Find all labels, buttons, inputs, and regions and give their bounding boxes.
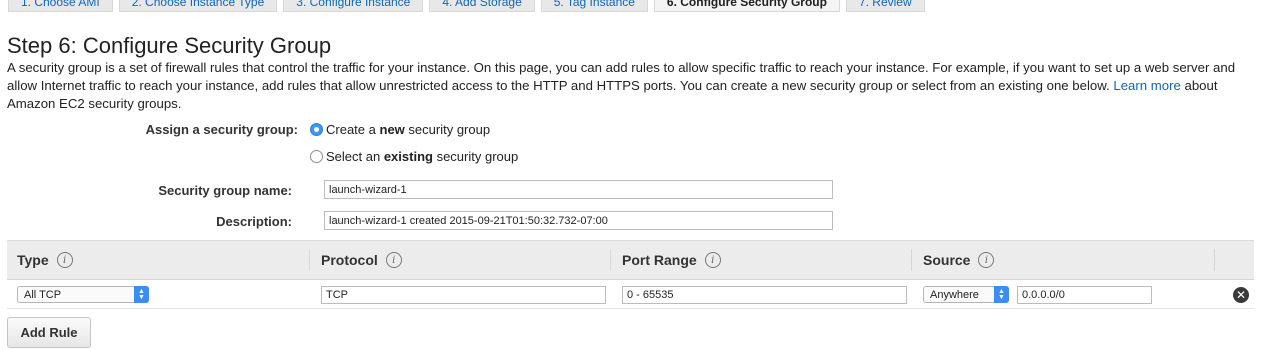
source-header-label: Source [923, 252, 971, 268]
security-group-name-input[interactable]: launch-wizard-1 [324, 180, 833, 199]
add-rule-button[interactable]: Add Rule [7, 317, 91, 348]
wizard-steps: 1. Choose AMI 2. Choose Instance Type 3.… [8, 0, 931, 14]
select-existing-bold: existing [383, 149, 433, 164]
security-group-name-label: Security group name: [158, 183, 292, 198]
rule-type-select[interactable]: All TCP ▲ ▼ [17, 286, 149, 303]
rule-source-cidr-input[interactable]: 0.0.0.0/0 [1017, 286, 1152, 304]
select-arrows-icon: ▲ ▼ [134, 286, 149, 303]
tab-review[interactable]: 7. Review [845, 0, 925, 12]
description-label: Description: [216, 214, 292, 229]
tab-tag-instance[interactable]: 5. Tag Instance [540, 0, 648, 12]
source-column-header: Source i [923, 241, 995, 279]
create-new-bold: new [379, 122, 405, 137]
column-divider [610, 249, 611, 271]
tab-configure-instance[interactable]: 3. Configure Instance [283, 0, 424, 12]
type-info-icon[interactable]: i [56, 252, 73, 268]
rule-port-range-field[interactable]: 0 - 65535 [622, 286, 907, 304]
rule-type-value: All TCP [24, 288, 62, 301]
remove-rule-icon[interactable]: ✕ [1233, 287, 1249, 303]
port-range-info-icon[interactable]: i [704, 252, 721, 268]
intro-text: A security group is a set of firewall ru… [7, 59, 1261, 113]
tab-choose-ami[interactable]: 1. Choose AMI [8, 0, 113, 12]
column-divider [309, 249, 310, 271]
learn-more-link[interactable]: Learn more [1113, 78, 1180, 93]
port-range-column-header: Port Range i [622, 241, 721, 279]
protocol-info-icon[interactable]: i [385, 252, 402, 268]
rule-source-select[interactable]: Anywhere ▲ ▼ [923, 286, 1009, 303]
table-row: All TCP ▲ ▼ TCP 0 - 65535 Anywhere ▲ ▼ 0.0… [7, 281, 1254, 309]
tab-add-storage[interactable]: 4. Add Storage [429, 0, 535, 12]
column-divider [911, 249, 912, 271]
intro-body: A security group is a set of firewall ru… [7, 60, 1236, 93]
create-new-radio[interactable] [310, 123, 323, 136]
page-title: Step 6: Configure Security Group [7, 33, 332, 58]
type-header-label: Type [17, 252, 49, 268]
column-divider [1214, 249, 1215, 271]
rule-protocol-field[interactable]: TCP [321, 286, 606, 304]
rule-source-value: Anywhere [930, 288, 979, 301]
create-new-suffix: security group [408, 122, 491, 137]
select-existing-suffix: security group [436, 149, 519, 164]
select-arrows-icon: ▲ ▼ [994, 286, 1009, 303]
protocol-header-label: Protocol [321, 252, 378, 268]
source-info-icon[interactable]: i [978, 252, 995, 268]
assign-group-label: Assign a security group: [145, 122, 298, 137]
select-existing-prefix: Select an [326, 149, 381, 164]
rules-table-header: Type i Protocol i Port Range i Source i [7, 240, 1254, 280]
tab-choose-instance-type[interactable]: 2. Choose Instance Type [118, 0, 278, 12]
tab-configure-security-group[interactable]: 6. Configure Security Group [653, 0, 840, 12]
description-input[interactable]: launch-wizard-1 created 2015-09-21T01:50… [324, 211, 833, 230]
select-existing-radio[interactable] [310, 150, 323, 163]
select-existing-group-option[interactable]: Select an existing security group [310, 149, 518, 164]
create-new-group-option[interactable]: Create a new security group [310, 122, 490, 137]
type-column-header: Type i [17, 241, 73, 279]
create-new-prefix: Create a [326, 122, 376, 137]
port-range-header-label: Port Range [622, 252, 697, 268]
protocol-column-header: Protocol i [321, 241, 402, 279]
